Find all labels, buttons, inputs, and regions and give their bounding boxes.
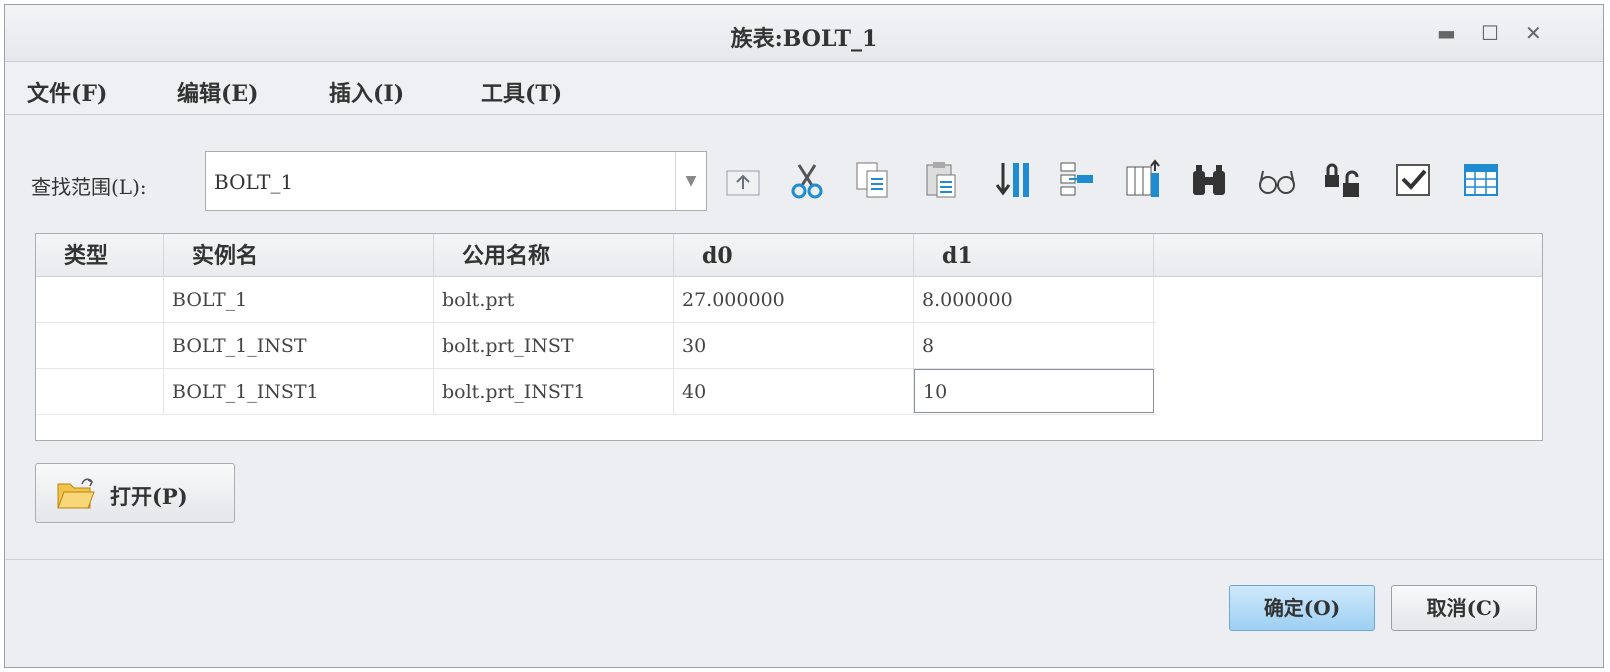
table-icon[interactable]	[1459, 157, 1503, 203]
insert-column-icon[interactable]	[991, 157, 1035, 203]
cell-d1-editor[interactable]: 10	[914, 369, 1154, 413]
paste-icon[interactable]	[919, 157, 963, 203]
cell-common-name[interactable]: bolt.prt	[434, 276, 674, 322]
cell-d1[interactable]: 8	[914, 322, 1154, 368]
header-d1[interactable]: d1	[914, 234, 1154, 276]
ok-button[interactable]: 确定(O)	[1229, 585, 1375, 631]
window-title: 族表:BOLT_1	[730, 26, 878, 52]
header-common-name[interactable]: 公用名称	[434, 234, 674, 276]
cell-common-name[interactable]: bolt.prt_INST	[434, 322, 674, 368]
header-d0[interactable]: d0	[674, 234, 914, 276]
header-instance-name[interactable]: 实例名	[164, 234, 434, 276]
insert-row-icon[interactable]	[1055, 157, 1099, 203]
menu-tools[interactable]: 工具(T)	[481, 76, 562, 108]
cell-type[interactable]	[36, 322, 164, 368]
look-in-combo[interactable]: BOLT_1 ▼	[205, 151, 707, 211]
cell-type[interactable]	[36, 368, 164, 414]
find-icon[interactable]	[1187, 157, 1231, 203]
menu-insert[interactable]: 插入(I)	[329, 76, 404, 108]
cell-type[interactable]	[36, 276, 164, 322]
open-button[interactable]: 打开(P)	[35, 463, 235, 523]
menu-edit[interactable]: 编辑(E)	[177, 76, 259, 108]
cell-d1[interactable]: 8.000000	[914, 276, 1154, 322]
cut-icon[interactable]	[785, 157, 829, 203]
chevron-down-icon[interactable]: ▼	[675, 152, 706, 210]
table-row[interactable]: BOLT_1 bolt.prt 27.000000 8.000000	[36, 276, 1156, 323]
cell-d0[interactable]: 27.000000	[674, 276, 914, 322]
copy-icon[interactable]	[851, 157, 895, 203]
cell-instance-name[interactable]: BOLT_1_INST1	[164, 368, 434, 414]
cancel-button[interactable]: 取消(C)	[1391, 585, 1537, 631]
menu-bar: 文件(F) 编辑(E) 插入(I) 工具(T)	[5, 62, 1603, 115]
menu-file[interactable]: 文件(F)	[27, 76, 107, 108]
divider	[5, 559, 1603, 560]
lock-icon[interactable]	[1321, 157, 1365, 203]
folder-up-icon[interactable]	[721, 157, 765, 203]
close-icon[interactable]: ✕	[1525, 23, 1542, 43]
glasses-icon[interactable]	[1255, 157, 1299, 203]
add-column-icon[interactable]	[1121, 157, 1165, 203]
cell-d0[interactable]: 30	[674, 322, 914, 368]
header-type[interactable]: 类型	[36, 234, 164, 276]
cell-instance-name[interactable]: BOLT_1	[164, 276, 434, 322]
cell-d0[interactable]: 40	[674, 368, 914, 414]
minimize-icon[interactable]: ▬	[1437, 23, 1456, 43]
cell-common-name[interactable]: bolt.prt_INST1	[434, 368, 674, 414]
table-header: 类型 实例名 公用名称 d0 d1	[36, 234, 1542, 277]
cell-instance-name[interactable]: BOLT_1_INST	[164, 322, 434, 368]
table-row[interactable]: BOLT_1_INST bolt.prt_INST 30 8	[36, 322, 1156, 369]
verify-checkbox-icon[interactable]	[1391, 157, 1435, 203]
family-table-dialog: 族表:BOLT_1 ▬ ☐ ✕ 文件(F) 编辑(E) 插入(I) 工具(T) …	[4, 4, 1604, 668]
family-table-grid: 类型 实例名 公用名称 d0 d1 BOLT_1 bolt.prt 27.000…	[35, 233, 1543, 441]
open-button-label: 打开(P)	[110, 484, 188, 509]
look-in-label: 查找范围(L):	[31, 175, 147, 199]
maximize-icon[interactable]: ☐	[1481, 23, 1499, 43]
table-row[interactable]: BOLT_1_INST1 bolt.prt_INST1 40 10	[36, 368, 1156, 415]
look-in-value: BOLT_1	[214, 170, 294, 194]
title-bar[interactable]: 族表:BOLT_1 ▬ ☐ ✕	[5, 5, 1603, 62]
open-folder-icon	[57, 478, 95, 509]
